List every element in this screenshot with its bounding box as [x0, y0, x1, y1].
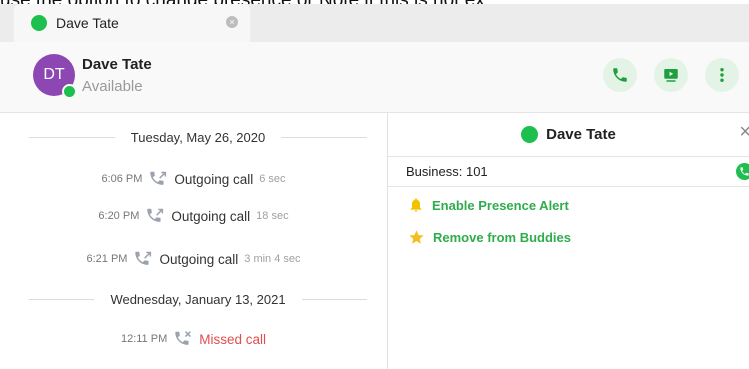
call-history-item[interactable]: 6:06 PM Outgoing call 6 sec	[0, 169, 387, 189]
call-duration: 3 min 4 sec	[244, 253, 301, 265]
screen-share-icon	[664, 69, 678, 82]
call-time: 12:11 PM	[120, 333, 168, 345]
contact-status: Available	[82, 78, 143, 95]
remove-from-buddies-button[interactable]: Remove from Buddies	[408, 227, 571, 247]
tab-dave-tate[interactable]: Dave Tate ×	[14, 4, 250, 42]
call-history-item[interactable]: 12:11 PM Missed call	[0, 329, 387, 349]
action-label: Remove from Buddies	[433, 229, 571, 245]
bell-icon	[410, 198, 422, 212]
outgoing-call-icon	[148, 170, 168, 188]
call-button[interactable]	[603, 58, 637, 92]
outgoing-call-icon	[145, 207, 165, 225]
call-duration: 18 sec	[256, 210, 289, 222]
date-label: Wednesday, January 13, 2021	[110, 291, 286, 307]
phone-number-label: Business: 101	[406, 164, 488, 179]
avatar-presence-icon	[62, 84, 77, 99]
tab-title: Dave Tate	[56, 15, 119, 31]
contact-name: Dave Tate	[82, 56, 152, 73]
call-history-item[interactable]: 6:20 PM Outgoing call 18 sec	[0, 206, 387, 226]
call-time: 6:06 PM	[101, 173, 143, 185]
close-icon[interactable]: ×	[739, 122, 749, 142]
enable-presence-alert-button[interactable]: Enable Presence Alert	[408, 195, 569, 215]
conversation-header: DT Dave Tate Available	[0, 42, 749, 113]
dial-phone-icon[interactable]	[736, 163, 749, 180]
missed-call-icon	[173, 330, 193, 348]
more-vertical-icon	[720, 68, 724, 82]
call-history-item[interactable]: 6:21 PM Outgoing call 3 min 4 sec	[0, 249, 387, 269]
video-call-button[interactable]	[654, 58, 688, 92]
contact-panel-header: Dave Tate	[388, 113, 749, 155]
contact-panel-name: Dave Tate	[546, 125, 616, 143]
presence-dot-icon	[521, 125, 539, 143]
presence-dot-icon	[31, 15, 47, 31]
date-label: Tuesday, May 26, 2020	[130, 129, 266, 145]
outgoing-call-icon	[133, 250, 153, 268]
date-separator: Wednesday, January 13, 2021	[29, 289, 368, 309]
tab-close-icon[interactable]: ×	[226, 16, 238, 28]
star-icon	[409, 229, 424, 244]
tab-bar: Dave Tate ×	[0, 4, 749, 42]
call-time: 6:21 PM	[86, 253, 128, 265]
call-label: Missed call	[199, 331, 267, 347]
phone-icon	[613, 68, 627, 82]
phone-number-row[interactable]: Business: 101	[388, 156, 749, 187]
call-duration: 6 sec	[259, 173, 286, 185]
call-history-pane: Tuesday, May 26, 2020 6:06 PM Outgoing c…	[0, 113, 387, 369]
call-time: 6:20 PM	[98, 210, 140, 222]
date-separator: Tuesday, May 26, 2020	[29, 127, 368, 147]
more-options-button[interactable]	[705, 58, 739, 92]
call-label: Outgoing call	[174, 171, 254, 187]
call-label: Outgoing call	[159, 251, 239, 267]
call-label: Outgoing call	[171, 208, 251, 224]
action-label: Enable Presence Alert	[432, 197, 569, 213]
contact-info-panel: Dave Tate × Business: 101 Enable Presenc…	[388, 113, 749, 369]
